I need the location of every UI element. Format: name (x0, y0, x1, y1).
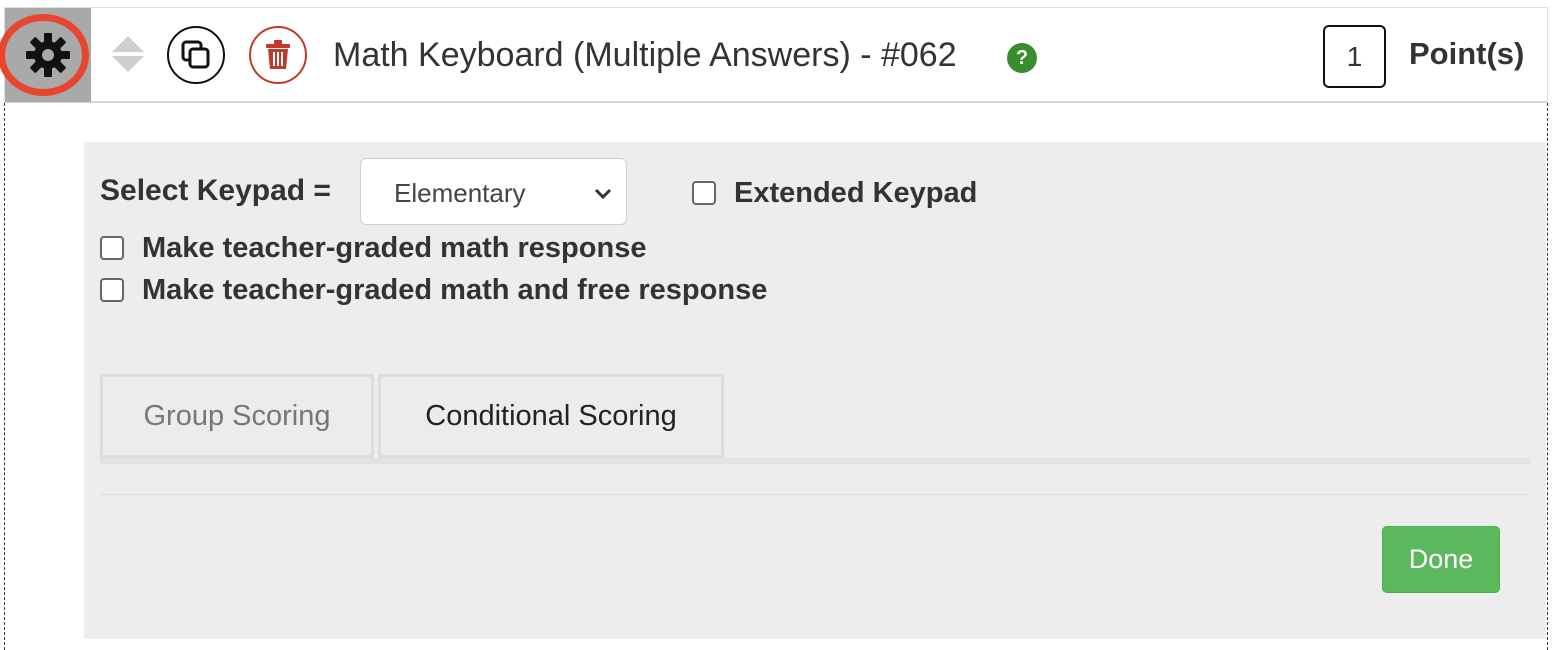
highlight-ring (0, 14, 89, 96)
question-header: Math Keyboard (Multiple Answers) - #062 … (0, 7, 1548, 103)
dashed-border-right (1547, 103, 1548, 650)
help-icon[interactable]: ? (1007, 43, 1037, 73)
sort-arrows-icon[interactable] (110, 34, 146, 74)
chevron-down-icon (594, 188, 612, 200)
keypad-select-value: Elementary (394, 178, 526, 208)
points-label: Point(s) (1409, 36, 1525, 71)
points-input[interactable]: 1 (1323, 25, 1386, 88)
teacher-graded-math-label: Make teacher-graded math response (142, 232, 647, 264)
keypad-select[interactable]: Elementary (360, 158, 627, 225)
copy-button[interactable] (167, 26, 225, 84)
teacher-graded-free-label: Make teacher-graded math and free respon… (142, 274, 768, 306)
question-title: Math Keyboard (Multiple Answers) - #062 (333, 36, 957, 74)
dashed-border-left (4, 103, 5, 650)
teacher-graded-free-checkbox[interactable] (100, 278, 124, 302)
teacher-graded-math-checkbox[interactable] (100, 236, 124, 260)
delete-button[interactable] (249, 26, 307, 84)
copy-icon (181, 40, 210, 69)
settings-panel: Select Keypad = Elementary Extended Keyp… (84, 142, 1546, 639)
extended-keypad-checkbox[interactable] (692, 181, 716, 205)
trash-icon (266, 40, 290, 69)
keypad-label: Select Keypad = (100, 174, 331, 207)
tab-group-scoring[interactable]: Group Scoring (100, 374, 374, 458)
divider (100, 494, 1530, 495)
extended-keypad-label: Extended Keypad (734, 177, 978, 209)
tab-underline (100, 458, 1530, 464)
tab-conditional-scoring[interactable]: Conditional Scoring (378, 374, 724, 458)
done-button[interactable]: Done (1382, 526, 1500, 593)
